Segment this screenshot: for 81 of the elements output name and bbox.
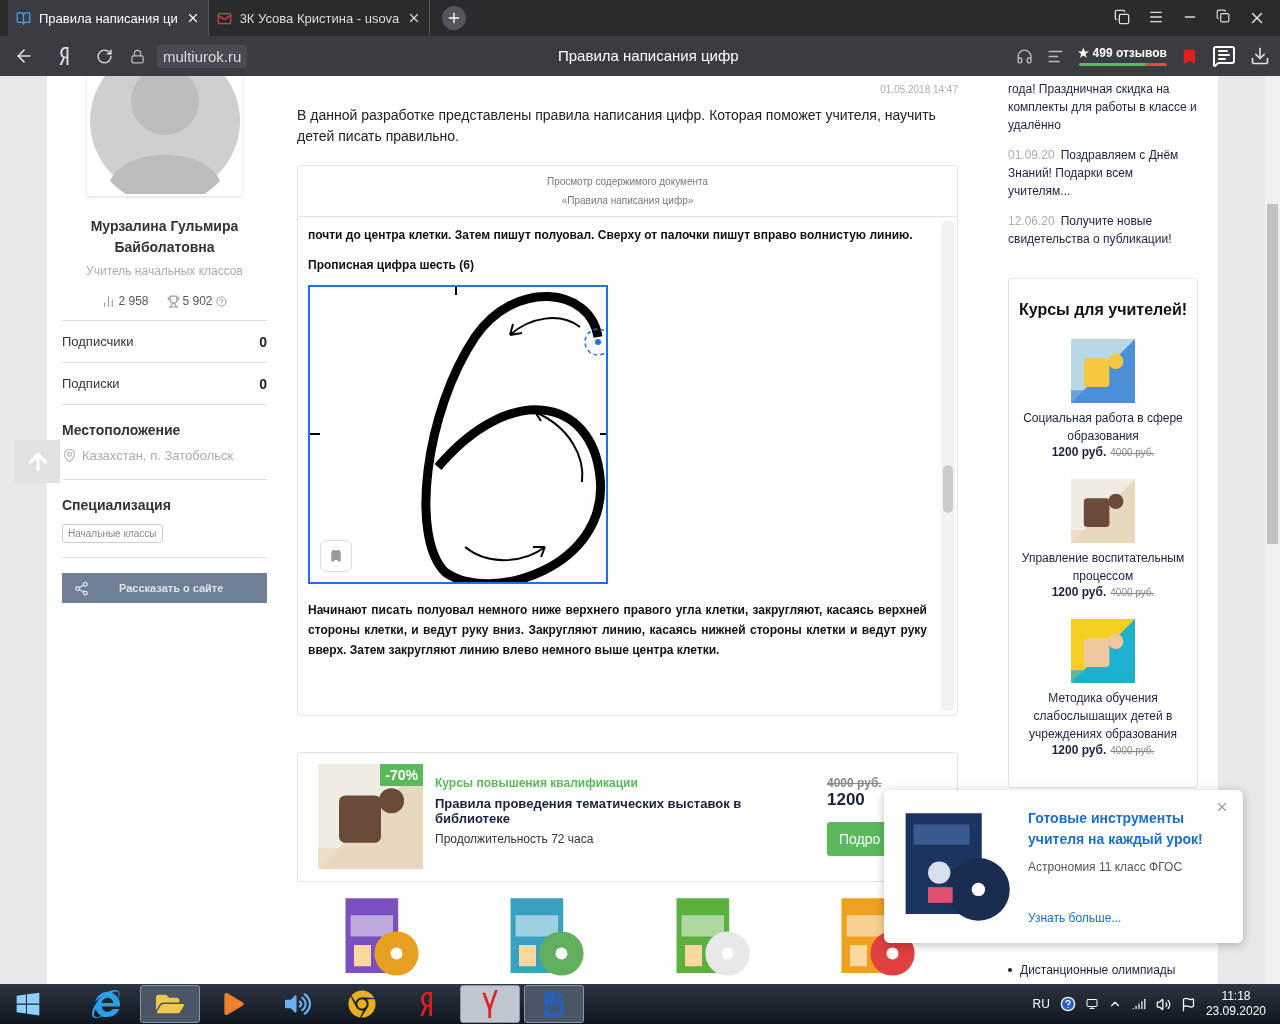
mail-icon (216, 10, 232, 26)
browser-icon (92, 990, 120, 1018)
popup-title[interactable]: Готовые инструменты учителя на каждый урок! (1028, 808, 1208, 850)
chat-icon[interactable] (1212, 44, 1236, 68)
views-count: 2 958 (102, 294, 149, 308)
ad-duration: Продолжительность 72 часа (435, 832, 595, 846)
rating-count: 5 902 (166, 294, 227, 308)
bullet-icon (1008, 968, 1012, 972)
old-price: 4000 руб. (827, 776, 882, 790)
section-heading: Специализация (62, 497, 172, 513)
specialization-tag[interactable]: Начальные классы (62, 524, 163, 543)
reload-icon (95, 47, 113, 65)
play-icon (223, 993, 245, 1015)
windows-icon (15, 991, 41, 1017)
section-heading: Местоположение (62, 422, 182, 438)
counter-value: 0 (259, 333, 267, 350)
course-title[interactable]: Управление воспитательным процессом (1017, 549, 1189, 585)
trophy-icon (166, 294, 180, 308)
location-text: Казахстан, п. Затобольск (82, 448, 234, 463)
description-text: В данной разработке представлены правила написания цифр. Которая поможет учителя, научить детей писать правильно. (297, 106, 937, 146)
news-item[interactable]: 12.06.20 Получите новые свидетельства о публикации! (1008, 212, 1198, 248)
book-icon (16, 10, 31, 26)
learn-more-link[interactable]: Узнать больше... (1028, 911, 1208, 925)
signal-icon[interactable] (1131, 997, 1146, 1011)
flag-icon[interactable] (1180, 996, 1196, 1012)
reviews-badge[interactable]: ★ 499 отзывов (1078, 46, 1167, 66)
tabs-icon[interactable] (1114, 9, 1130, 25)
document-paragraph: Начинают писать полуовал немного ниже верхнего правого угла клетки, закругляют, касаясь верхней стороны клетки, и ведут руку вниз. Закругляют линию, касаясь нижней стороны клетки и ведут руку вверх. Затем закругляют линию влево немного выше центра клетки. (308, 602, 927, 659)
document-paragraph: почти до центра клетки. Затем пишут полуовал. Сверху от палочки пишут вправо волнистую линию. (308, 227, 914, 244)
course-price: 1200 руб. (1051, 743, 1107, 757)
bar-chart-icon (102, 294, 116, 308)
bookmark-icon (329, 549, 343, 563)
download-icon[interactable] (1250, 46, 1270, 66)
viewer-caption: «Правила написания цифр» (560, 194, 695, 208)
clock[interactable]: 11:18 23.09.2020 (1205, 989, 1266, 1019)
popup-subtitle: Астрономия 11 класс ФГОС (1028, 860, 1184, 874)
language-indicator[interactable]: RU (1032, 997, 1050, 1011)
list-link[interactable]: Дистанционные олимпиады (1020, 963, 1176, 977)
course-price: 1200 руб. (1051, 445, 1107, 459)
page-title: Правила написания цифр (558, 47, 739, 64)
volume-icon[interactable] (1155, 996, 1171, 1012)
old-price: 4000 руб. (1110, 447, 1155, 458)
close-icon (1215, 800, 1229, 814)
close-button[interactable] (1215, 800, 1229, 814)
taskbar-app[interactable] (140, 985, 200, 1023)
page-scrollbar[interactable] (1265, 76, 1280, 984)
news-item[interactable]: 01.09.20 Поздравляем с Днём Знаний! Подарки всем учителям... (1008, 146, 1198, 200)
restore-icon[interactable] (1216, 9, 1230, 23)
course-title[interactable]: Социальная работа в сфере образования (1017, 409, 1189, 445)
chrome-icon (348, 990, 376, 1018)
document-heading: Прописная цифра шесть (6) (308, 257, 475, 274)
author-name[interactable]: Мурзалина Гульмира Байболатовна (62, 216, 267, 258)
lock-icon (130, 48, 145, 64)
pin-icon (62, 448, 77, 463)
price: 1200 (827, 790, 865, 810)
course-title[interactable]: Методика обучения слабослышащих детей в учреждениях образования (1017, 689, 1189, 743)
headphones-icon[interactable] (1016, 47, 1034, 65)
new-tab-button[interactable] (442, 6, 467, 30)
card-title: Курсы для учителей! (1018, 301, 1188, 319)
old-price: 4000 руб. (1110, 745, 1155, 756)
scrollbar[interactable] (941, 221, 955, 711)
menu-icon[interactable] (1148, 9, 1164, 25)
bookmark-button[interactable] (320, 540, 352, 572)
counter-value: 0 (259, 375, 267, 392)
ad-category: Курсы повышения квалификации (435, 776, 639, 790)
address-field[interactable]: multiurok.ru (157, 44, 248, 68)
news-item[interactable]: года! Праздничная скидка на комплекты для работы в классе и удалённо (1008, 80, 1198, 134)
word-icon (541, 991, 567, 1017)
course-price: 1200 руб. (1051, 585, 1107, 599)
counter-label[interactable]: Подписки (62, 376, 120, 391)
monitor-icon[interactable] (1085, 998, 1098, 1010)
publish-date: 01.05.2018 14:47 (879, 84, 958, 95)
browser-tab[interactable]: Правила написания ци (8, 0, 209, 36)
share-icon (74, 580, 89, 596)
counter-label[interactable]: Подписчики (62, 334, 134, 349)
old-price: 4000 руб. (1110, 587, 1155, 598)
viewer-caption: Просмотр содержимого документа (545, 175, 710, 189)
discount-badge: -70% (380, 764, 423, 786)
author-role: Учитель начальных классов (85, 264, 244, 278)
ad-title[interactable]: Правила проведения тематических выставок в библиотеке (435, 796, 765, 826)
speaker-icon (285, 991, 311, 1017)
